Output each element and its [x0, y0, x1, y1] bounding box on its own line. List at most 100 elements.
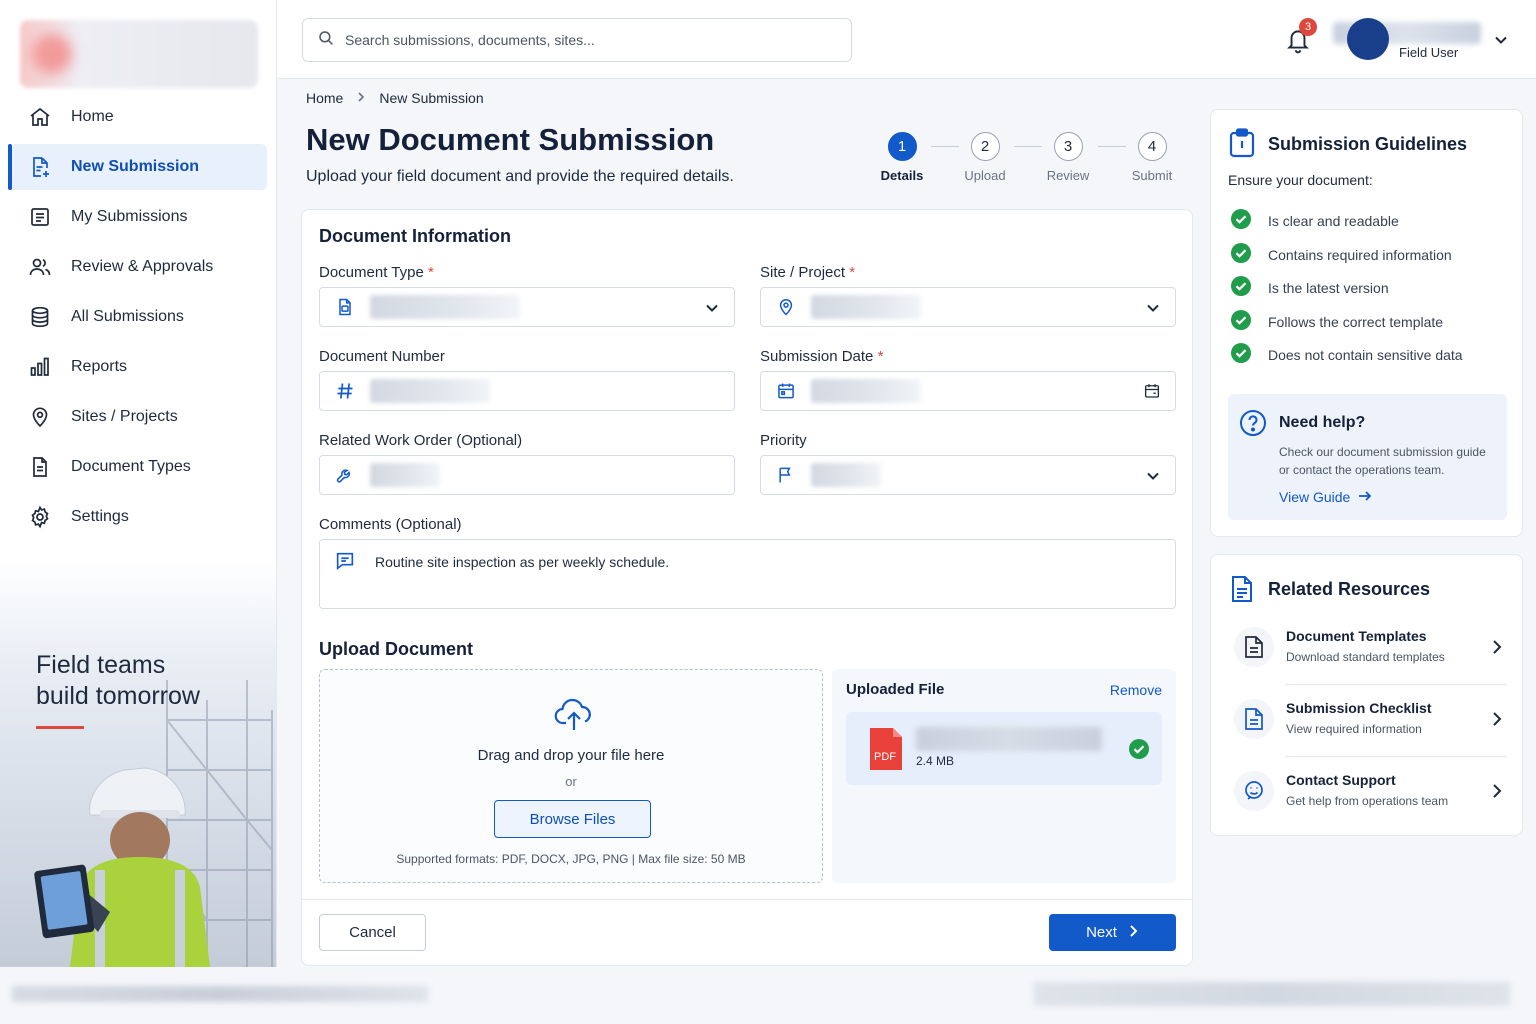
- hero-tagline: Field teams build tomorrow: [36, 650, 200, 712]
- step-number: 2: [970, 132, 1000, 161]
- submission-date-input[interactable]: [760, 371, 1176, 411]
- sidebar-item-my-submissions[interactable]: My Submissions: [10, 194, 267, 240]
- company-logo[interactable]: [20, 20, 258, 88]
- related-resources-title: Related Resources: [1268, 579, 1431, 599]
- resource-document-templates[interactable]: Document Templates Download standard tem…: [1228, 613, 1507, 685]
- resource-submission-checklist[interactable]: Submission Checklist View required infor…: [1228, 685, 1507, 757]
- required-mark: *: [877, 348, 884, 365]
- site-project-select[interactable]: [760, 287, 1176, 327]
- need-help-box: Need help? Check our document submission…: [1228, 394, 1507, 520]
- priority-label: Priority: [760, 432, 807, 449]
- document-type-select[interactable]: [319, 287, 735, 327]
- guidelines-intro: Ensure your document:: [1228, 172, 1373, 188]
- sidebar-nav: Home New Submission My Submissions Revie…: [0, 94, 276, 544]
- guidelines-title: Submission Guidelines: [1268, 134, 1468, 154]
- search-input[interactable]: [345, 32, 825, 48]
- remove-file-link[interactable]: Remove: [1110, 682, 1162, 698]
- work-order-label: Related Work Order (Optional): [319, 432, 523, 449]
- sidebar-item-label: Review & Approvals: [71, 258, 214, 275]
- document-template-icon: [1234, 627, 1274, 667]
- step-number: 3: [1053, 132, 1083, 161]
- required-mark: *: [427, 264, 434, 281]
- guideline-text: Follows the correct template: [1268, 313, 1444, 330]
- related-resources-panel: Related Resources Document Templates Dow…: [1210, 554, 1523, 836]
- guideline-item: Follows the correct template: [1230, 309, 1443, 334]
- document-number-value-redacted: [370, 379, 490, 403]
- calendar-picker-icon[interactable]: [1143, 382, 1161, 405]
- help-text: Check our document submission guide or c…: [1279, 445, 1486, 477]
- step-upload[interactable]: 2 Upload: [957, 132, 1013, 183]
- chevron-right-icon: [1491, 639, 1503, 660]
- support-icon: [1234, 771, 1274, 811]
- step-review[interactable]: 3 Review: [1040, 132, 1096, 183]
- gear-icon: [28, 505, 52, 529]
- users-icon: [28, 255, 52, 279]
- dropzone-title: Drag and drop your file here: [477, 747, 665, 764]
- document-add-icon: [28, 155, 52, 179]
- resource-contact-support[interactable]: Contact Support Get help from operations…: [1228, 757, 1507, 829]
- check-circle-icon: [1230, 208, 1252, 233]
- guideline-item: Does not contain sensitive data: [1230, 342, 1463, 367]
- document-number-input[interactable]: [319, 371, 735, 411]
- footer-redacted-right: [1034, 982, 1510, 1006]
- document-icon: [28, 455, 52, 479]
- step-connector: [1098, 146, 1126, 147]
- breadcrumb: Home New Submission: [306, 90, 484, 106]
- guideline-item: Contains required information: [1230, 242, 1452, 267]
- sidebar-item-review-approvals[interactable]: Review & Approvals: [10, 244, 267, 290]
- guideline-text: Is clear and readable: [1268, 212, 1399, 229]
- uploaded-file-title: Uploaded File: [846, 681, 945, 698]
- view-guide-label: View Guide: [1279, 489, 1351, 505]
- sidebar-item-all-submissions[interactable]: All Submissions: [10, 294, 267, 340]
- question-circle-icon: [1239, 409, 1267, 442]
- cancel-button[interactable]: Cancel: [319, 914, 426, 951]
- sidebar-item-settings[interactable]: Settings: [10, 494, 267, 540]
- pdf-file-icon: PDF: [868, 726, 904, 777]
- sidebar-item-new-submission[interactable]: New Submission: [8, 144, 267, 190]
- resource-subtitle: View required information: [1286, 722, 1422, 736]
- cloud-upload-icon: [554, 698, 594, 737]
- submission-form-card: Document Information Document Type * Sit…: [301, 209, 1193, 966]
- sidebar-item-label: My Submissions: [71, 208, 188, 225]
- database-icon: [28, 305, 52, 329]
- guideline-text: Does not contain sensitive data: [1268, 346, 1463, 363]
- sidebar-item-sites-projects[interactable]: Sites / Projects: [10, 394, 267, 440]
- site-project-label: Site / Project *: [760, 264, 855, 281]
- sidebar-hero-image: Field teams build tomorrow: [0, 560, 276, 967]
- guideline-item: Is clear and readable: [1230, 208, 1399, 233]
- sidebar-item-home[interactable]: Home: [10, 94, 267, 140]
- step-details[interactable]: 1 Details: [874, 132, 930, 183]
- site-project-value-redacted: [811, 295, 921, 319]
- document-number-label: Document Number: [319, 348, 445, 365]
- work-order-input[interactable]: [319, 455, 735, 495]
- notification-badge: 3: [1299, 18, 1317, 36]
- uploaded-file-row[interactable]: PDF 2.4 MB: [846, 712, 1162, 785]
- browse-files-button[interactable]: Browse Files: [494, 800, 651, 838]
- chevron-right-icon: [1127, 924, 1139, 942]
- avatar[interactable]: [1347, 18, 1389, 60]
- breadcrumb-home[interactable]: Home: [306, 90, 343, 106]
- sidebar-item-document-types[interactable]: Document Types: [10, 444, 267, 490]
- step-label: Details: [880, 168, 924, 183]
- location-pin-icon: [761, 297, 811, 317]
- step-submit[interactable]: 4 Submit: [1124, 132, 1180, 183]
- hash-icon: [320, 381, 370, 401]
- search-box[interactable]: [302, 18, 852, 62]
- page-subtitle: Upload your field document and provide t…: [306, 168, 734, 185]
- comments-textarea[interactable]: Routine site inspection as per weekly sc…: [319, 539, 1176, 609]
- document-type-icon: [320, 297, 370, 317]
- file-dropzone[interactable]: Drag and drop your file here or Browse F…: [319, 669, 823, 883]
- priority-select[interactable]: [760, 455, 1176, 495]
- sidebar-item-label: Document Types: [71, 458, 191, 475]
- chevron-right-icon: [355, 91, 367, 106]
- resource-title: Document Templates: [1286, 628, 1427, 644]
- view-guide-link[interactable]: View Guide: [1279, 489, 1372, 505]
- sidebar-item-reports[interactable]: Reports: [10, 344, 267, 390]
- resource-subtitle: Download standard templates: [1286, 650, 1445, 664]
- next-button[interactable]: Next: [1049, 914, 1176, 951]
- chevron-down-icon: [704, 300, 720, 321]
- document-type-label: Document Type *: [319, 264, 434, 281]
- progress-stepper: 1 Details 2 Upload 3 Review 4 Submit: [876, 132, 1176, 188]
- wrench-icon: [320, 465, 370, 485]
- chevron-down-icon[interactable]: [1493, 32, 1509, 53]
